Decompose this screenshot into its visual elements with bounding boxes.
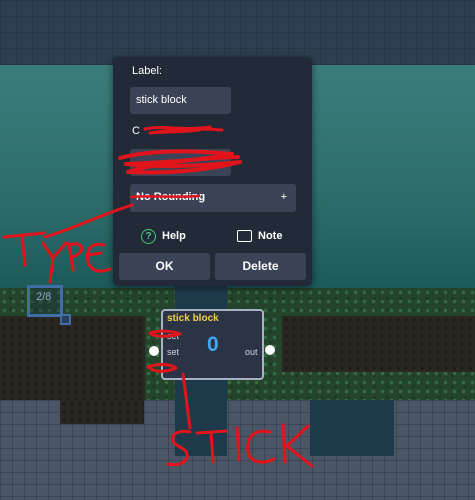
red-annotations xyxy=(2,125,314,468)
